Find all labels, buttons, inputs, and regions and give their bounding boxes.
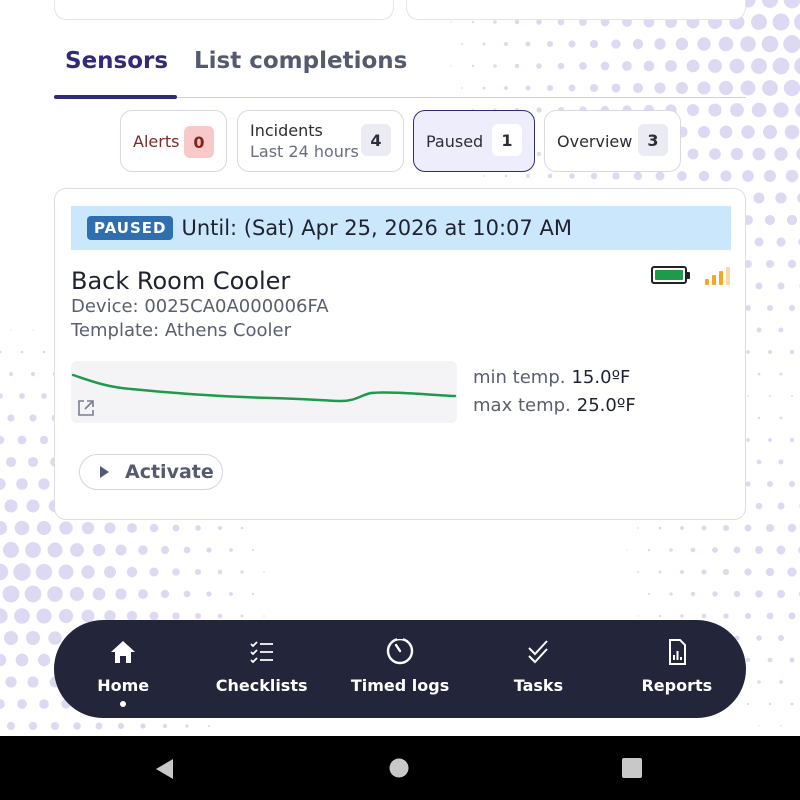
max-temp-label: max temp. [473, 395, 571, 416]
filter-overview[interactable]: Overview 3 [544, 110, 681, 172]
filter-overview-count: 3 [638, 124, 668, 156]
filter-alerts[interactable]: Alerts 0 [120, 110, 227, 172]
nav-checklists[interactable]: Checklists [192, 620, 330, 718]
activate-button-label: Activate [125, 461, 214, 483]
filter-paused-count: 1 [492, 124, 522, 156]
sensor-device-id: Device: 0025CA0A000006FA [71, 296, 329, 317]
temperature-sparkline[interactable] [71, 361, 457, 423]
max-temp-value: 25.0ºF [576, 395, 636, 416]
summary-card-left[interactable] [54, 0, 394, 20]
tab-active-underline [54, 95, 177, 99]
back-icon[interactable] [154, 758, 174, 780]
report-icon [668, 639, 686, 665]
play-icon [100, 466, 109, 478]
tab-bar: Sensors List completions [54, 44, 746, 99]
nav-checklists-label: Checklists [215, 676, 308, 695]
summary-card-right[interactable] [406, 0, 746, 20]
filter-paused-label: Paused [426, 131, 484, 151]
max-temp-row: max temp. 25.0ºF [473, 395, 636, 416]
nav-home-label: Home [97, 676, 150, 695]
tab-list-completions-label: List completions [194, 48, 408, 74]
filter-overview-label: Overview [557, 131, 633, 151]
filter-paused[interactable]: Paused 1 [413, 110, 535, 172]
checklist-icon [249, 641, 273, 664]
sensor-card[interactable]: PAUSED Until: (Sat) Apr 25, 2026 at 10:0… [54, 188, 746, 520]
filter-alerts-label: Alerts [133, 131, 180, 151]
tab-sensors-label: Sensors [65, 48, 169, 74]
nav-reports[interactable]: Reports [608, 620, 746, 718]
filter-incidents-count: 4 [361, 124, 391, 156]
filter-incidents-label: Incidents [250, 121, 323, 140]
recents-square-icon[interactable] [622, 758, 642, 778]
battery-full-icon [651, 266, 690, 284]
external-link-icon[interactable] [77, 399, 95, 417]
sensor-name: Back Room Cooler [71, 267, 291, 295]
filter-incidents[interactable]: Incidents Last 24 hours 4 [237, 110, 404, 172]
tab-list-completions[interactable]: List completions [194, 44, 414, 98]
system-navigation-bar [0, 736, 800, 800]
nav-active-indicator [120, 701, 127, 707]
nav-timed-logs[interactable]: Timed logs [331, 620, 469, 718]
filter-alerts-count: 0 [184, 126, 214, 158]
bottom-nav: Home Checklists Timed logs Tasks Reports [54, 620, 746, 718]
paused-banner: PAUSED Until: (Sat) Apr 25, 2026 at 10:0… [71, 206, 731, 250]
min-temp-row: min temp. 15.0ºF [473, 367, 630, 388]
filter-incidents-sublabel: Last 24 hours [250, 142, 359, 161]
sensor-template: Template: Athens Cooler [71, 320, 292, 341]
nav-tasks[interactable]: Tasks [469, 620, 607, 718]
min-temp-value: 15.0ºF [571, 367, 631, 388]
nav-timed-logs-label: Timed logs [350, 676, 450, 695]
status-badge: PAUSED [87, 216, 174, 240]
home-circle-icon[interactable] [389, 758, 409, 778]
signal-bars-icon [705, 267, 730, 285]
activate-button[interactable]: Activate [79, 454, 223, 490]
paused-until-text: Until: (Sat) Apr 25, 2026 at 10:07 AM [181, 216, 572, 240]
nav-reports-label: Reports [641, 676, 713, 695]
timer-icon [386, 635, 414, 665]
nav-tasks-label: Tasks [513, 676, 564, 695]
tab-sensors[interactable]: Sensors [54, 44, 177, 99]
double-check-icon [528, 640, 549, 664]
min-temp-label: min temp. [473, 367, 566, 388]
home-icon [111, 641, 136, 663]
nav-home[interactable]: Home [54, 620, 192, 718]
